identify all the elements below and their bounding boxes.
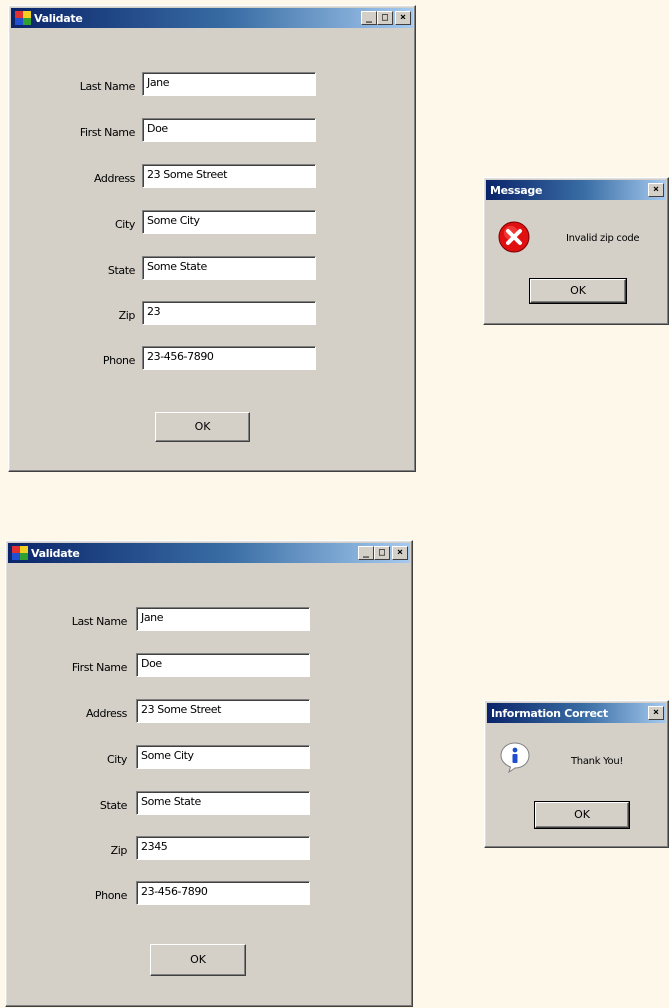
maximize-button[interactable]: □ — [377, 11, 393, 25]
label-address: Address — [93, 172, 135, 185]
close-button[interactable]: × — [395, 11, 411, 25]
address-field[interactable]: 23 Some Street — [142, 164, 316, 188]
error-icon — [498, 221, 530, 253]
label-last-name: Last Name — [79, 80, 136, 93]
first-name-field[interactable]: Doe — [136, 653, 310, 677]
maximize-button[interactable]: □ — [374, 546, 390, 560]
window-title: Validate — [31, 546, 80, 560]
city-field[interactable]: Some City — [136, 745, 310, 769]
first-name-field[interactable]: Doe — [142, 118, 316, 142]
label-state: State — [107, 264, 136, 277]
information-correct-dialog: Information Correct × Thank You! OK — [484, 700, 669, 848]
label-first-name: First Name — [71, 661, 128, 674]
zip-field[interactable]: 2345 — [136, 836, 310, 860]
label-city: City — [115, 218, 135, 231]
title-bar[interactable]: Validate _ □ × — [11, 8, 413, 28]
label-city: City — [107, 753, 127, 766]
close-button[interactable]: × — [392, 546, 408, 560]
info-message-text: Thank You! — [571, 756, 624, 767]
dialog-title: Message — [490, 183, 543, 197]
dialog-title-bar[interactable]: Message × — [486, 180, 666, 200]
app-icon — [15, 11, 31, 25]
close-button[interactable]: × — [648, 183, 664, 197]
minimize-button[interactable]: _ — [358, 546, 374, 560]
ok-button[interactable]: OK — [529, 278, 627, 304]
label-zip: Zip — [110, 844, 128, 857]
ok-button[interactable]: OK — [150, 944, 246, 976]
phone-field[interactable]: 23-456-7890 — [142, 346, 316, 370]
dialog-title-bar[interactable]: Information Correct × — [487, 703, 666, 723]
minimize-button[interactable]: _ — [361, 11, 377, 25]
label-phone: Phone — [102, 354, 135, 367]
error-message-text: Invalid zip code — [566, 233, 640, 244]
validate-window-bottom: Validate _ □ × Last Name Jane First Name… — [5, 540, 413, 1007]
error-message-dialog: Message × Invalid zip code OK — [483, 177, 669, 325]
information-icon — [500, 742, 530, 773]
address-field[interactable]: 23 Some Street — [136, 699, 310, 723]
label-state: State — [99, 799, 128, 812]
label-phone: Phone — [94, 889, 127, 902]
city-field[interactable]: Some City — [142, 210, 316, 234]
ok-button[interactable]: OK — [534, 801, 630, 829]
label-address: Address — [85, 707, 127, 720]
label-first-name: First Name — [79, 126, 136, 139]
window-title: Validate — [34, 11, 83, 25]
label-last-name: Last Name — [71, 615, 128, 628]
ok-button[interactable]: OK — [155, 412, 250, 442]
close-button[interactable]: × — [648, 706, 664, 720]
title-bar[interactable]: Validate _ □ × — [8, 543, 410, 563]
validate-window-top: Validate _ □ × Last Name Jane First Name… — [8, 5, 416, 472]
state-field[interactable]: Some State — [136, 791, 310, 815]
app-icon — [12, 546, 28, 560]
zip-field[interactable]: 23 — [142, 301, 316, 325]
dialog-title: Information Correct — [491, 706, 608, 720]
last-name-field[interactable]: Jane — [142, 72, 316, 96]
phone-field[interactable]: 23-456-7890 — [136, 881, 310, 905]
last-name-field[interactable]: Jane — [136, 607, 310, 631]
label-zip: Zip — [118, 309, 136, 322]
state-field[interactable]: Some State — [142, 256, 316, 280]
